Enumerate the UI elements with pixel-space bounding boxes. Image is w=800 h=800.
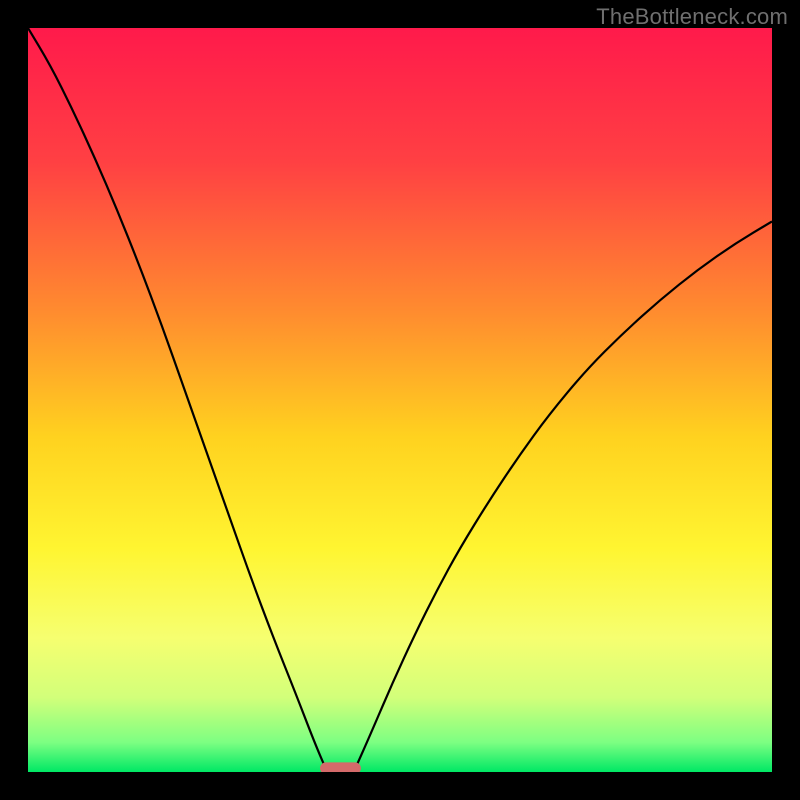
- chart-svg: [28, 28, 772, 772]
- gradient-background: [28, 28, 772, 772]
- watermark-text: TheBottleneck.com: [596, 4, 788, 30]
- minimum-marker: [320, 762, 361, 772]
- chart-frame: [28, 28, 772, 772]
